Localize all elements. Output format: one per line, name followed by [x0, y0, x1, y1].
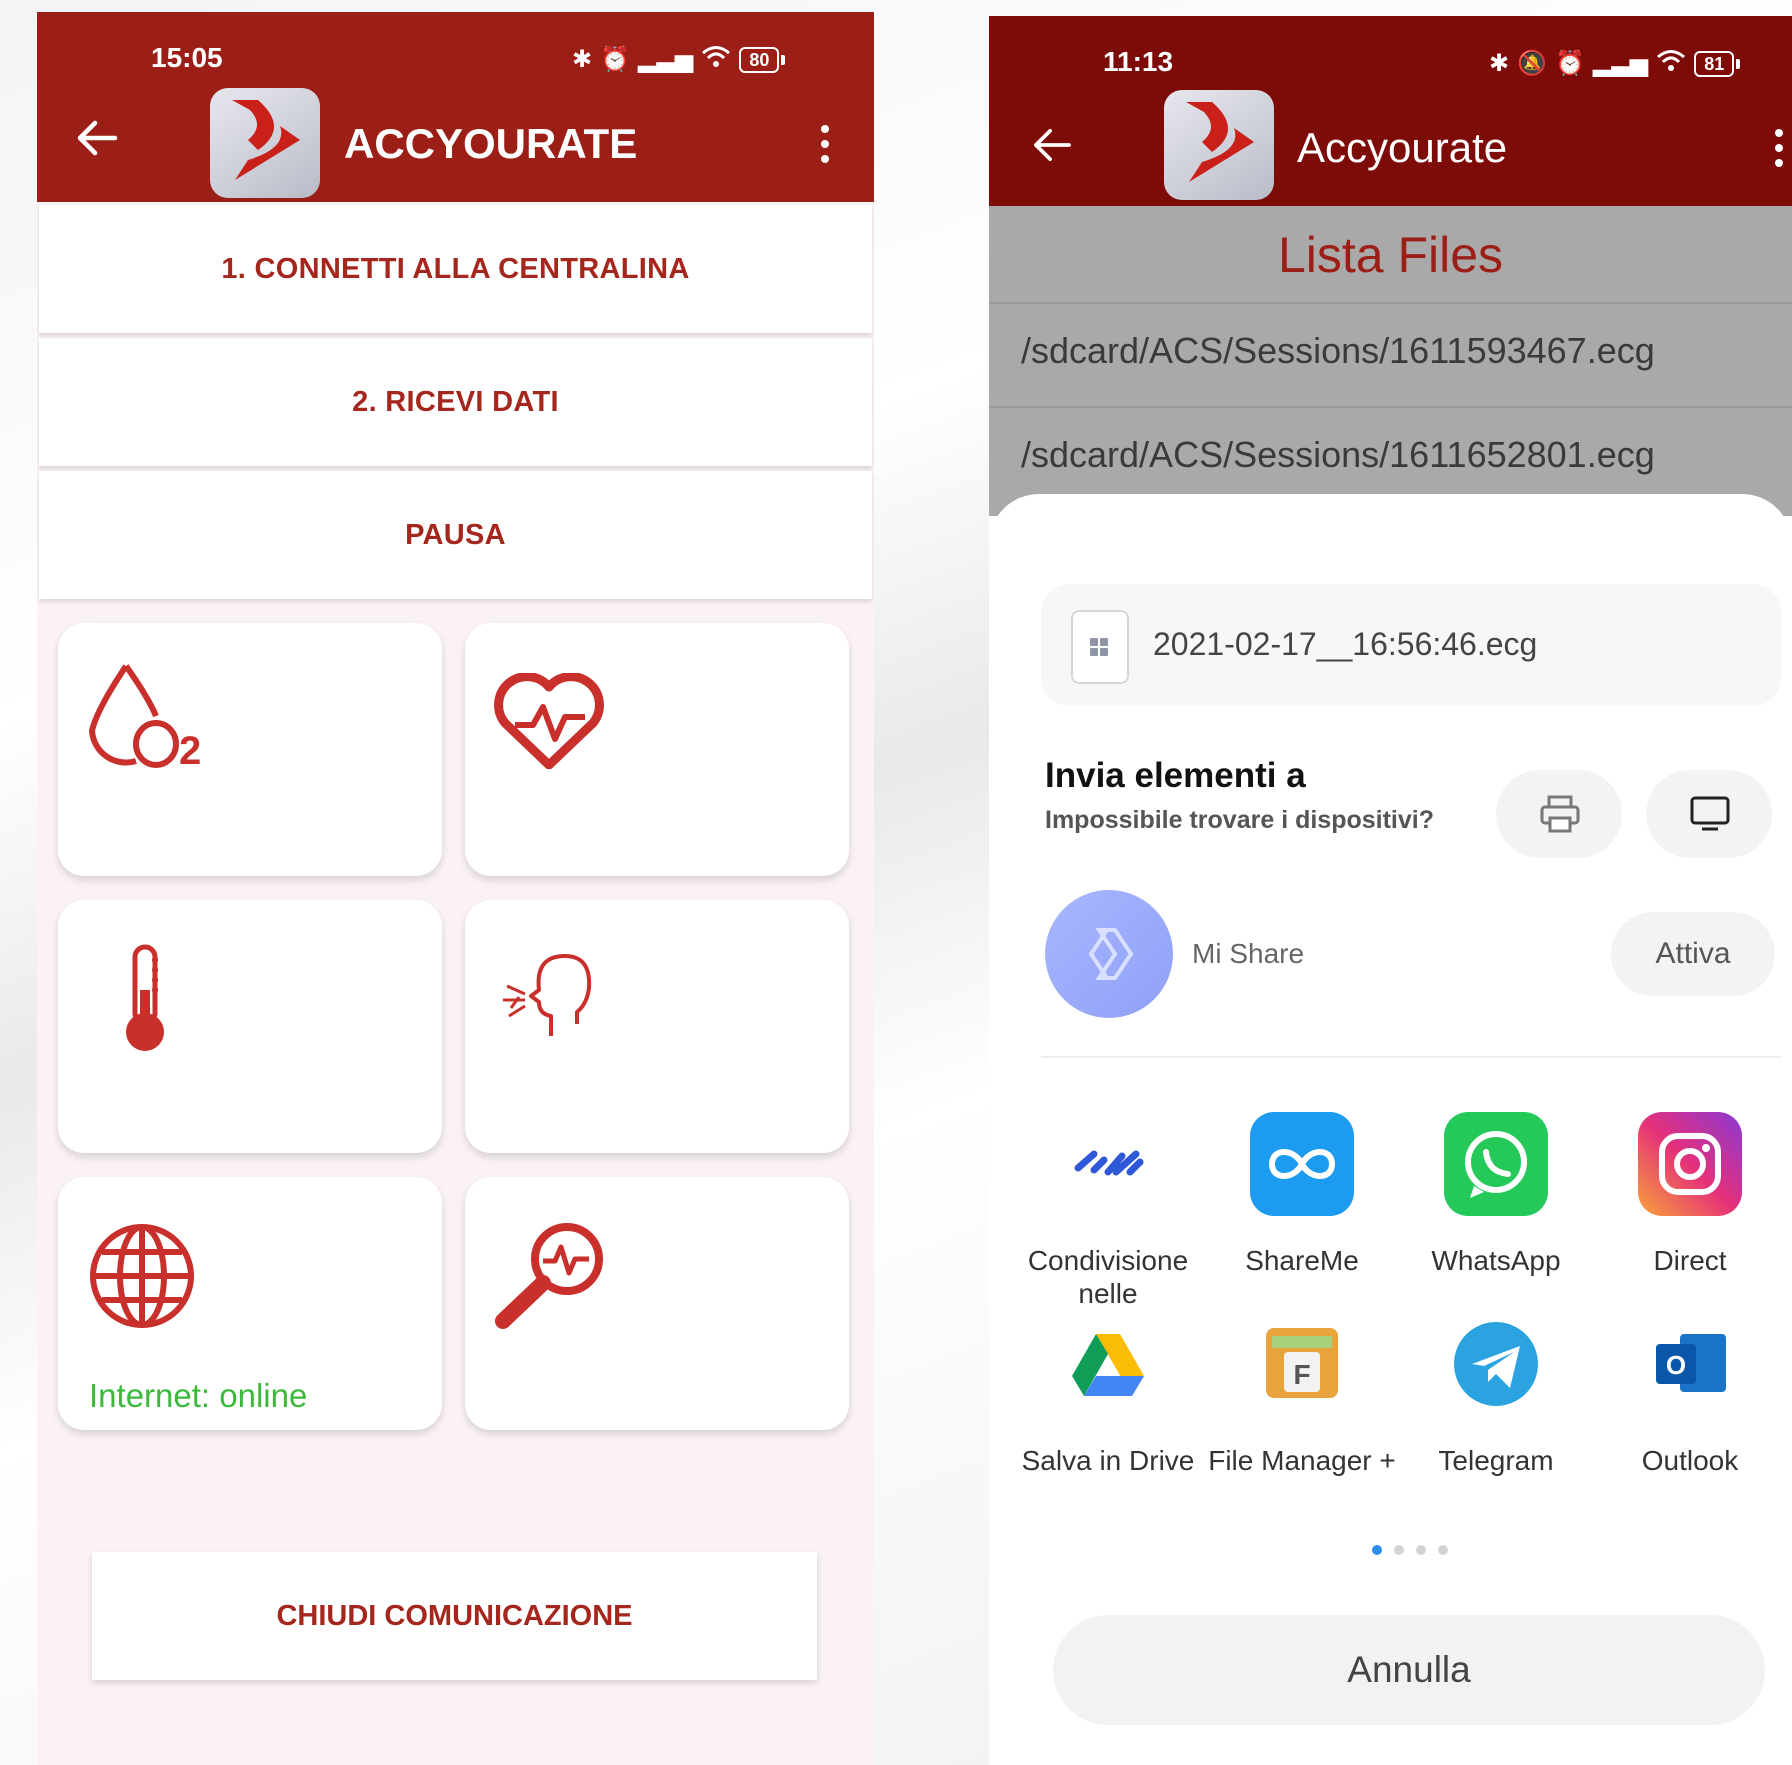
devices-not-found-link[interactable]: Impossibile trovare i dispositivi? — [1045, 806, 1434, 835]
thermometer-icon — [126, 944, 164, 1051]
magnifier-ecg-icon — [495, 1223, 603, 1329]
send-to-title: Invia elementi a — [1045, 756, 1306, 795]
share-app-telegram[interactable]: Telegram — [1399, 1312, 1593, 1477]
telegram-icon — [1444, 1312, 1548, 1416]
mishare-icon — [1045, 890, 1173, 1018]
file-list: Lista Files /sdcard/ACS/Sessions/1611593… — [989, 206, 1792, 516]
shared-file-name: 2021-02-17__16:56:46.ecg — [1153, 626, 1538, 662]
tile-respiration[interactable] — [465, 900, 849, 1153]
back-arrow-icon[interactable] — [1031, 128, 1073, 162]
list-title: Lista Files — [1277, 227, 1504, 283]
app-label: File Manager + — [1208, 1445, 1396, 1476]
left-phone-screen: 15:05 ✱ ⏰ ▂▃▅ 80 ACCYOURATE 1. CONNETTI … — [37, 12, 874, 1765]
app-label: Salva in Drive — [1021, 1445, 1195, 1476]
share-app-shareme[interactable]: ShareMe — [1205, 1112, 1399, 1277]
svg-text:F: F — [1293, 1359, 1310, 1390]
app-title: Accyourate — [1297, 124, 1508, 171]
wifi-icon — [1656, 48, 1686, 79]
shareme-icon — [1250, 1112, 1354, 1216]
share-app-instagram-direct[interactable]: Direct — [1593, 1112, 1787, 1277]
signal-icon: ▂▃▅ — [1592, 50, 1649, 77]
whatsapp-icon — [1444, 1112, 1548, 1216]
cancel-button[interactable]: Annulla — [1053, 1615, 1765, 1725]
app-label: Condivisione nelle — [1027, 1245, 1189, 1309]
nearby-share-icon — [1056, 1112, 1160, 1216]
status-icons: ✱ 🔕 ⏰ ▂▃▅ 81 — [1489, 48, 1741, 79]
heart-pulse-icon — [494, 673, 604, 769]
file-path: /sdcard/ACS/Sessions/1611652801.ecg — [1021, 434, 1655, 475]
tile-temperature[interactable] — [58, 900, 442, 1153]
instagram-icon — [1638, 1112, 1742, 1216]
overflow-menu-icon[interactable] — [821, 125, 831, 170]
pause-button[interactable]: PAUSA — [39, 471, 872, 599]
connect-button[interactable]: 1. CONNETTI ALLA CENTRALINA — [39, 205, 872, 333]
app-logo — [210, 88, 320, 198]
wifi-icon — [701, 44, 731, 75]
printer-icon — [1540, 795, 1580, 833]
overflow-menu-icon[interactable] — [1775, 129, 1785, 174]
breathing-head-icon — [503, 954, 592, 1036]
shared-file-card: 2021-02-17__16:56:46.ecg — [1041, 584, 1781, 706]
app-title: ACCYOURATE — [344, 120, 638, 167]
globe-icon — [90, 1224, 194, 1328]
svg-text:2: 2 — [179, 729, 201, 771]
mishare-label: Mi Share — [1192, 938, 1305, 969]
close-communication-button[interactable]: CHIUDI COMUNICAZIONE — [92, 1552, 817, 1680]
share-app-nearby[interactable]: Condivisione nelle — [1011, 1112, 1205, 1310]
list-item[interactable]: /sdcard/ACS/Sessions/1611593467.ecg — [989, 302, 1792, 404]
share-sheet: 2021-02-17__16:56:46.ecg Invia elementi … — [989, 494, 1792, 1765]
tile-heart-rate[interactable] — [465, 623, 849, 876]
status-time: 11:13 — [1103, 46, 1174, 77]
app-label: ShareMe — [1245, 1245, 1359, 1276]
battery-icon: 81 — [1694, 50, 1741, 77]
google-drive-icon — [1056, 1312, 1160, 1416]
battery-level: 80 — [739, 46, 780, 73]
battery-icon: 80 — [739, 46, 786, 73]
share-app-drive[interactable]: Salva in Drive — [1011, 1312, 1205, 1477]
app-label: Outlook — [1641, 1445, 1739, 1476]
tile-oxygen[interactable]: 2 — [58, 623, 442, 876]
alarm-icon: ⏰ — [1555, 50, 1585, 77]
receive-data-button[interactable]: 2. RICEVI DATI — [39, 338, 872, 466]
tile-ecg-analysis[interactable] — [465, 1177, 849, 1430]
tile-internet[interactable]: Internet: online — [58, 1177, 442, 1430]
app-bar: 15:05 ✱ ⏰ ▂▃▅ 80 ACCYOURATE — [37, 12, 874, 202]
right-phone-screen: 11:13 ✱ 🔕 ⏰ ▂▃▅ 81 Accyourate Lista File… — [989, 16, 1792, 1765]
internet-status: Internet: online — [89, 1377, 308, 1414]
status-icons: ✱ ⏰ ▂▃▅ 80 — [572, 44, 786, 75]
app-label: Direct — [1653, 1245, 1727, 1276]
outlook-icon: O — [1638, 1312, 1742, 1416]
monitor-icon — [1690, 796, 1730, 831]
file-path: /sdcard/ACS/Sessions/1611593467.ecg — [1021, 330, 1655, 371]
battery-level: 81 — [1694, 50, 1735, 77]
back-arrow-icon[interactable] — [75, 120, 119, 156]
svg-text:O: O — [1666, 1350, 1686, 1380]
accyourate-logo-icon — [1186, 102, 1254, 182]
alarm-icon: ⏰ — [600, 46, 630, 73]
divider — [1041, 1056, 1781, 1058]
cast-button[interactable] — [1646, 770, 1772, 858]
page-indicator — [1372, 1545, 1448, 1555]
share-app-whatsapp[interactable]: WhatsApp — [1399, 1112, 1593, 1277]
status-time: 15:05 — [151, 42, 223, 73]
print-button[interactable] — [1496, 770, 1622, 858]
app-label: WhatsApp — [1431, 1245, 1561, 1276]
share-app-outlook[interactable]: O Outlook — [1593, 1312, 1787, 1477]
file-manager-icon: F — [1250, 1312, 1354, 1416]
list-item[interactable]: /sdcard/ACS/Sessions/1611652801.ecg — [989, 406, 1792, 508]
signal-icon: ▂▃▅ — [638, 46, 694, 73]
share-app-file-manager[interactable]: F File Manager + — [1205, 1312, 1399, 1477]
bluetooth-icon: ✱ — [1489, 50, 1510, 77]
file-icon — [1071, 610, 1129, 684]
app-logo — [1164, 90, 1274, 200]
oxygen-drop-icon: 2 — [88, 664, 201, 771]
bluetooth-icon: ✱ — [572, 46, 593, 73]
mute-icon: 🔕 — [1517, 50, 1547, 77]
app-bar: 11:13 ✱ 🔕 ⏰ ▂▃▅ 81 Accyourate — [989, 16, 1792, 206]
accyourate-logo-icon — [232, 100, 300, 180]
app-label: Telegram — [1438, 1445, 1554, 1476]
activate-button[interactable]: Attiva — [1611, 912, 1775, 996]
